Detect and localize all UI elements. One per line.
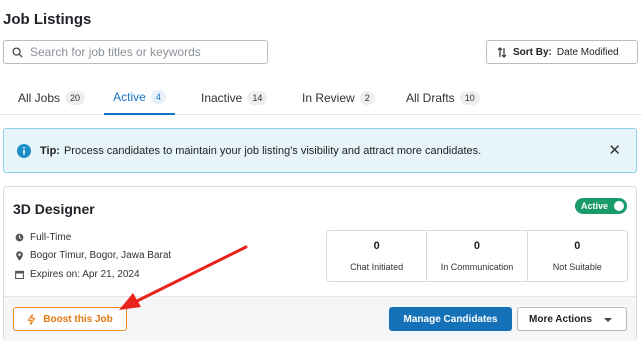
job-title[interactable]: 3D Designer xyxy=(13,201,95,217)
stat-value: 0 xyxy=(373,240,380,252)
candidate-stats: 0 Chat Initiated 0 In Communication 0 No… xyxy=(326,230,628,282)
job-location: Bogor Timur, Bogor, Jawa Barat xyxy=(15,250,171,261)
tab-count: 20 xyxy=(65,90,86,105)
calendar-icon xyxy=(15,270,24,279)
lightning-icon xyxy=(28,313,36,325)
employment-type-text: Full-Time xyxy=(30,232,72,243)
info-icon xyxy=(17,143,31,158)
tab-inactive[interactable]: Inactive 14 xyxy=(201,80,268,115)
sort-value: Date Modified xyxy=(556,46,619,58)
boost-label: Boost this Job xyxy=(43,313,113,325)
chevron-down-icon xyxy=(604,318,612,322)
more-actions-dropdown[interactable]: More Actions xyxy=(517,307,627,331)
stat-value: 0 xyxy=(574,240,581,252)
clock-icon xyxy=(15,233,24,242)
status-toggle[interactable]: Active xyxy=(575,198,627,214)
status-label: Active xyxy=(581,201,609,211)
sort-arrows-icon xyxy=(497,46,507,58)
stat-value: 0 xyxy=(473,240,481,252)
manage-candidates-button[interactable]: Manage Candidates xyxy=(389,307,512,331)
tab-label: Inactive xyxy=(201,90,243,105)
card-footer: Boost this Job Manage Candidates More Ac… xyxy=(4,296,636,341)
tab-label: Active xyxy=(113,89,146,104)
tip-label: Tip: xyxy=(40,144,60,157)
tab-count: 2 xyxy=(359,90,375,105)
stat-label: Not Suitable xyxy=(552,262,602,272)
location-text: Bogor Timur, Bogor, Jawa Barat xyxy=(30,250,172,261)
tab-count: 10 xyxy=(459,90,480,105)
search-icon xyxy=(12,46,23,58)
tab-all-drafts[interactable]: All Drafts 10 xyxy=(406,80,480,115)
tab-active[interactable]: Active 4 xyxy=(104,80,175,115)
tip-banner: Tip: Process candidates to maintain your… xyxy=(3,128,637,173)
sort-dropdown[interactable]: Sort By: Date Modified xyxy=(486,40,638,64)
tab-in-review[interactable]: In Review 2 xyxy=(302,80,375,115)
sort-label: Sort By: xyxy=(513,46,552,58)
tab-label: All Drafts xyxy=(406,90,455,105)
expiry-text: Expires on: Apr 21, 2024 xyxy=(30,269,140,280)
tab-all-jobs[interactable]: All Jobs 20 xyxy=(18,80,86,115)
page-title: Job Listings xyxy=(3,11,92,28)
toggle-knob xyxy=(614,201,624,211)
stat-chat-initiated[interactable]: 0 Chat Initiated xyxy=(327,231,426,281)
tab-count: 4 xyxy=(150,89,166,104)
tip-text: Process candidates to maintain your job … xyxy=(63,144,482,157)
more-actions-label: More Actions xyxy=(529,313,592,325)
status-tabs: All Jobs 20 Active 4 Inactive 14 In Revi… xyxy=(0,80,642,115)
tab-count: 14 xyxy=(247,90,268,105)
job-card: 3D Designer Active Full-Time Bogor Timur… xyxy=(3,186,637,341)
stat-label: In Communication xyxy=(440,262,514,272)
location-pin-icon xyxy=(16,250,23,261)
boost-job-button[interactable]: Boost this Job xyxy=(13,307,127,331)
tab-label: All Jobs xyxy=(18,90,61,105)
tab-label: In Review xyxy=(302,90,355,105)
stat-not-suitable[interactable]: 0 Not Suitable xyxy=(526,231,627,281)
search-box[interactable] xyxy=(3,40,268,64)
employment-type: Full-Time xyxy=(15,232,71,243)
stat-label: Chat Initiated xyxy=(350,262,404,272)
search-input[interactable] xyxy=(30,45,255,59)
expiry-date: Expires on: Apr 21, 2024 xyxy=(15,269,140,280)
stat-in-communication[interactable]: 0 In Communication xyxy=(426,231,526,281)
close-icon[interactable]: ✕ xyxy=(608,143,621,158)
